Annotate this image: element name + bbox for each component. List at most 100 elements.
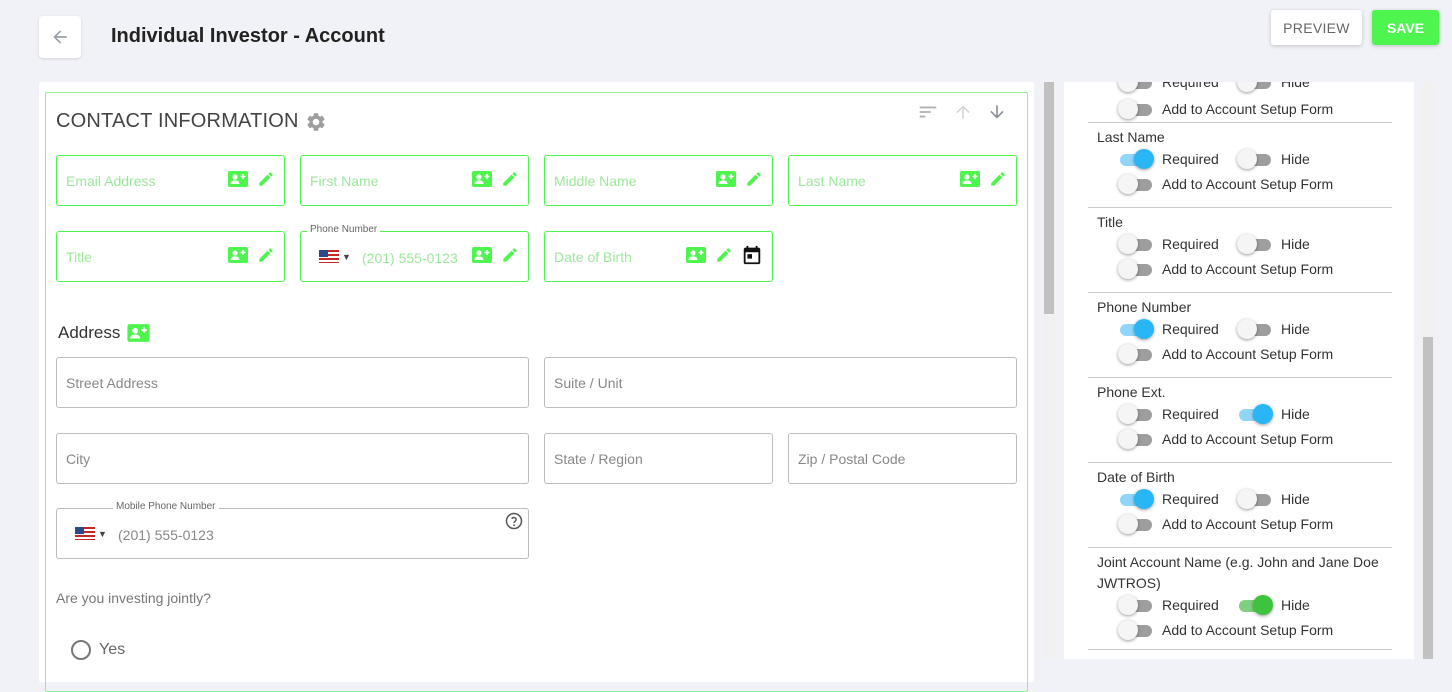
contact-card-icon[interactable]: [471, 170, 493, 188]
hide-toggle[interactable]: [1237, 149, 1273, 169]
required-toggle[interactable]: [1118, 82, 1154, 92]
mobile-phone-field[interactable]: Mobile Phone Number ▼ (201) 555-0123: [56, 501, 529, 559]
required-toggle[interactable]: [1118, 319, 1154, 339]
required-toggle[interactable]: [1118, 234, 1154, 254]
add-setup-toggle[interactable]: [1118, 344, 1154, 364]
add-setup-toggle[interactable]: [1118, 259, 1154, 279]
phone-number-label: Phone Number: [307, 224, 381, 235]
caret-down-icon: ▼: [342, 251, 351, 262]
last-name-placeholder: Last Name: [798, 173, 866, 189]
city-field[interactable]: City: [56, 433, 529, 484]
country-select[interactable]: ▼: [75, 527, 107, 540]
add-setup-toggle[interactable]: [1118, 429, 1154, 449]
property-name: Last Name: [1097, 129, 1165, 145]
arrow-up-icon[interactable]: [953, 102, 973, 122]
hide-label: Hide: [1281, 597, 1310, 613]
hide-toggle[interactable]: [1237, 319, 1273, 339]
arrow-left-icon: [53, 30, 67, 44]
hide-toggle[interactable]: [1237, 234, 1273, 254]
zip-postal-field[interactable]: Zip / Postal Code: [788, 433, 1017, 484]
properties-scrollbar[interactable]: [1421, 82, 1435, 659]
middle-name-field[interactable]: Middle Name: [544, 155, 773, 206]
first-name-field[interactable]: First Name: [300, 155, 529, 206]
street-address-field[interactable]: Street Address: [56, 357, 529, 408]
add-setup-label: Add to Account Setup Form: [1162, 101, 1334, 117]
contact-information-section[interactable]: CONTACT INFORMATION Email Address First …: [45, 92, 1028, 692]
suite-unit-field[interactable]: Suite / Unit: [544, 357, 1017, 408]
main-scrollbar[interactable]: [1043, 82, 1055, 659]
zip-placeholder: Zip / Postal Code: [798, 451, 906, 467]
section-tools: [917, 101, 1007, 123]
property-block: Required Hide Add to Account Setup Form: [1088, 82, 1392, 123]
toggle-row: Required Hide: [1118, 595, 1310, 615]
email-field[interactable]: Email Address: [56, 155, 285, 206]
property-name: Phone Number: [1097, 299, 1192, 315]
back-button[interactable]: [39, 16, 81, 58]
contact-card-icon[interactable]: [715, 170, 737, 188]
contact-card-icon[interactable]: [959, 170, 981, 188]
required-toggle[interactable]: [1118, 149, 1154, 169]
calendar-icon[interactable]: [741, 244, 763, 266]
title-field[interactable]: Title: [56, 231, 285, 282]
required-toggle[interactable]: [1118, 489, 1154, 509]
date-of-birth-field[interactable]: Date of Birth: [544, 231, 773, 282]
suite-placeholder: Suite / Unit: [554, 375, 623, 391]
street-placeholder: Street Address: [66, 375, 158, 391]
edit-pencil-icon[interactable]: [745, 170, 763, 188]
contact-card-icon[interactable]: [227, 246, 249, 264]
arrow-down-icon[interactable]: [987, 102, 1007, 122]
hide-label: Hide: [1281, 321, 1310, 337]
required-label: Required: [1162, 597, 1219, 613]
middle-name-placeholder: Middle Name: [554, 173, 637, 189]
add-setup-label: Add to Account Setup Form: [1162, 431, 1334, 447]
hide-toggle[interactable]: [1237, 82, 1273, 92]
radio-yes[interactable]: Yes: [71, 640, 125, 660]
edit-pencil-icon[interactable]: [257, 170, 275, 188]
add-setup-toggle[interactable]: [1118, 174, 1154, 194]
required-toggle[interactable]: [1118, 404, 1154, 424]
edit-pencil-icon[interactable]: [715, 246, 733, 264]
add-setup-label: Add to Account Setup Form: [1162, 261, 1334, 277]
city-placeholder: City: [66, 451, 91, 467]
preview-button[interactable]: PREVIEW: [1271, 10, 1362, 45]
contact-card-icon[interactable]: [685, 246, 707, 264]
edit-pencil-icon[interactable]: [989, 170, 1007, 188]
state-placeholder: State / Region: [554, 451, 643, 467]
sort-icon[interactable]: [917, 101, 939, 123]
gear-icon[interactable]: [305, 111, 327, 133]
phone-number-field[interactable]: Phone Number ▼ (201) 555-0123: [300, 224, 529, 282]
address-label: Address: [58, 323, 121, 342]
main-scroll-thumb[interactable]: [1044, 82, 1054, 314]
radio-yes-label: Yes: [99, 641, 126, 658]
add-setup-toggle[interactable]: [1118, 620, 1154, 640]
edit-pencil-icon[interactable]: [257, 246, 275, 264]
add-setup-toggle[interactable]: [1118, 514, 1154, 534]
state-region-field[interactable]: State / Region: [544, 433, 773, 484]
radio-circle-icon[interactable]: [71, 640, 91, 660]
property-block-phone-number: Phone Number Required Hide Add to Accoun…: [1088, 293, 1392, 378]
add-setup-toggle[interactable]: [1118, 99, 1154, 119]
required-toggle[interactable]: [1118, 595, 1154, 615]
contact-card-icon[interactable]: [471, 246, 493, 264]
help-icon[interactable]: [505, 512, 523, 530]
title-placeholder: Title: [66, 249, 92, 265]
property-block-date-of-birth: Date of Birth Required Hide Add to Accou…: [1088, 463, 1392, 548]
last-name-field[interactable]: Last Name: [788, 155, 1017, 206]
toggle-row: Add to Account Setup Form: [1118, 99, 1333, 119]
hide-toggle[interactable]: [1237, 489, 1273, 509]
edit-pencil-icon[interactable]: [501, 170, 519, 188]
required-label: Required: [1162, 82, 1219, 90]
properties-scroll-thumb[interactable]: [1423, 337, 1433, 659]
contact-card-icon[interactable]: [227, 170, 249, 188]
hide-toggle[interactable]: [1237, 404, 1273, 424]
required-label: Required: [1162, 491, 1219, 507]
mobile-placeholder: (201) 555-0123: [118, 527, 214, 543]
save-button[interactable]: SAVE: [1372, 10, 1439, 45]
edit-pencil-icon[interactable]: [501, 246, 519, 264]
toggle-row: Add to Account Setup Form: [1118, 429, 1333, 449]
hide-label: Hide: [1281, 491, 1310, 507]
contact-card-icon[interactable]: [126, 323, 151, 343]
hide-toggle[interactable]: [1237, 595, 1273, 615]
property-name-line2: JWTROS): [1097, 575, 1161, 591]
country-select[interactable]: ▼: [319, 250, 351, 263]
